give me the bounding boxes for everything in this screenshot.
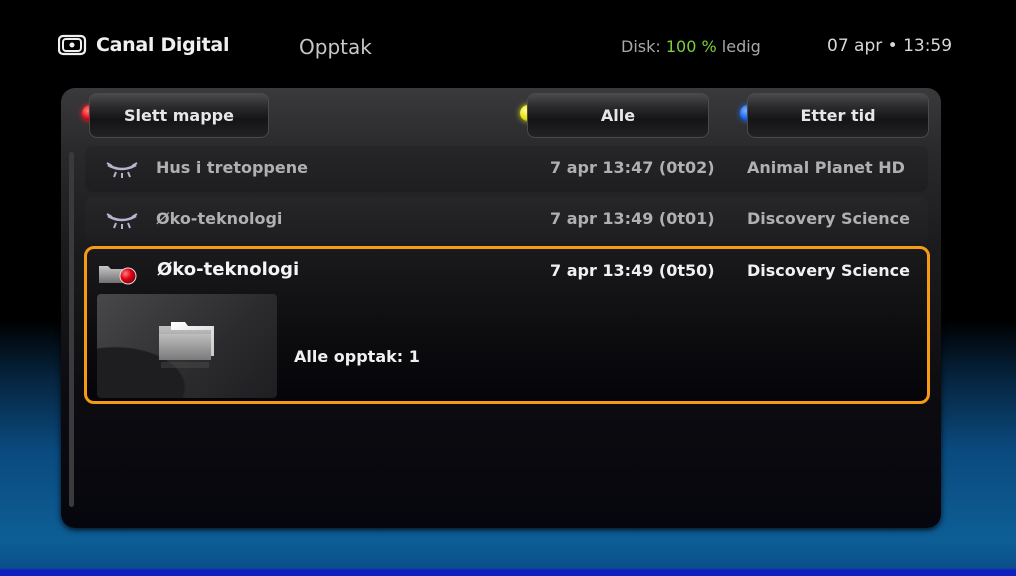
canal-digital-logo-icon <box>58 34 87 56</box>
recording-time: 7 apr 13:49 (0t01) <box>550 209 715 228</box>
filter-all-button[interactable]: Alle <box>527 93 709 138</box>
delete-folder-label: Slett mappe <box>124 106 234 125</box>
recording-folder-icon <box>97 261 139 289</box>
brand-name: Canal Digital <box>96 34 230 56</box>
recording-title: Øko-teknologi <box>156 209 283 228</box>
filter-all-label: Alle <box>600 106 636 125</box>
recording-channel: Discovery Science <box>747 209 911 228</box>
folder-thumbnail <box>97 294 277 398</box>
header: Canal Digital Opptak Disk: 100 % ledig 0… <box>0 0 1016 88</box>
page-title: Opptak <box>299 35 372 59</box>
selected-time: 7 apr 13:49 (0t50) <box>550 261 715 280</box>
disk-status: Disk: 100 % ledig <box>621 37 761 56</box>
sort-by-time-button[interactable]: Etter tid <box>747 93 929 138</box>
disk-label: Disk: <box>621 37 661 56</box>
sort-by-time-label: Etter tid <box>800 106 876 125</box>
recording-title: Hus i tretoppene <box>156 158 308 177</box>
delete-folder-button[interactable]: Slett mappe <box>89 93 269 138</box>
date-time: 07 apr • 13:59 <box>827 36 953 56</box>
recording-channel: Animal Planet HD <box>747 158 905 177</box>
recording-row[interactable]: Hus i tretoppene 7 apr 13:47 (0t02) Anim… <box>85 146 928 192</box>
brand-logo: Canal Digital <box>58 34 229 56</box>
eye-closed-icon <box>105 158 139 186</box>
recording-time: 7 apr 13:47 (0t02) <box>550 158 715 177</box>
folder-icon <box>157 316 217 380</box>
scrollbar[interactable] <box>69 152 74 507</box>
selected-recording-folder[interactable]: Øko-teknologi 7 apr 13:49 (0t50) Discove… <box>84 246 930 404</box>
disk-free-value: 100 % <box>665 37 717 56</box>
selected-title: Øko-teknologi <box>157 259 300 280</box>
recordings-count: Alle opptak: 1 <box>294 347 420 366</box>
disk-suffix: ledig <box>721 37 761 56</box>
selected-channel: Discovery Science <box>747 261 911 280</box>
eye-closed-icon <box>105 209 139 237</box>
recordings-panel: Slett mappe Alle Etter tid Hus i tretopp… <box>61 88 941 528</box>
recording-row[interactable]: Øko-teknologi 7 apr 13:49 (0t01) Discove… <box>85 197 928 243</box>
